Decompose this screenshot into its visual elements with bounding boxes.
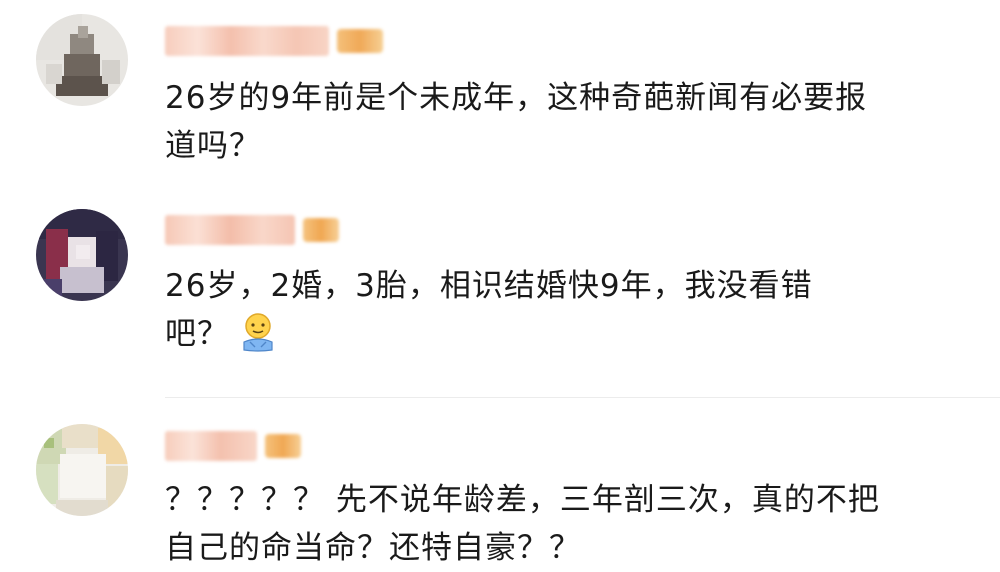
comment-list: 26岁的9年前是个未成年，这种奇葩新闻有必要报 道吗？ 26岁，2婚，3胎，相识…: [0, 0, 1000, 572]
comment-item: ？？？？？ 先不说年龄差，三年剖三次，真的不把 自己的命当命？还特自豪？？: [0, 398, 1000, 572]
comment-text: ？？？？？ 先不说年龄差，三年剖三次，真的不把 自己的命当命？还特自豪？？: [165, 476, 960, 572]
comment-text-line: ？？？？？ 先不说年龄差，三年剖三次，真的不把: [165, 482, 880, 518]
username[interactable]: [165, 23, 383, 59]
blurred-username: [165, 431, 257, 461]
vip-badge-icon: [337, 29, 383, 53]
blurred-username: [165, 26, 329, 56]
blurred-username: [165, 215, 295, 245]
comment-text-line: 自己的命当命？还特自豪？？: [165, 530, 581, 566]
username[interactable]: [165, 212, 339, 248]
comment-item: 26岁，2婚，3胎，相识结婚快9年，我没看错 吧？: [0, 195, 1000, 398]
username[interactable]: [165, 428, 301, 464]
blurred-avatar-icon: [36, 14, 128, 106]
facepalm-emoji-icon: [243, 313, 273, 352]
comment-text-line: 吧？: [165, 310, 960, 358]
comment-text-line: 26岁，2婚，3胎，相识结婚快9年，我没看错: [165, 268, 813, 304]
user-avatar[interactable]: [36, 209, 128, 301]
vip-badge-icon: [303, 218, 339, 242]
comment-text-line: 26岁的9年前是个未成年，这种奇葩新闻有必要报: [165, 80, 868, 116]
comment-text: 26岁，2婚，3胎，相识结婚快9年，我没看错 吧？: [165, 262, 960, 358]
comment-item: 26岁的9年前是个未成年，这种奇葩新闻有必要报 道吗？: [0, 0, 1000, 195]
user-avatar[interactable]: [36, 424, 128, 516]
vip-badge-icon: [265, 434, 301, 458]
user-avatar[interactable]: [36, 14, 128, 106]
blurred-avatar-icon: [36, 209, 128, 301]
blurred-avatar-icon: [36, 424, 128, 516]
comment-text-fragment: 吧？: [165, 316, 229, 352]
comment-text-line: 道吗？: [165, 128, 261, 164]
comment-text: 26岁的9年前是个未成年，这种奇葩新闻有必要报 道吗？: [165, 74, 960, 170]
